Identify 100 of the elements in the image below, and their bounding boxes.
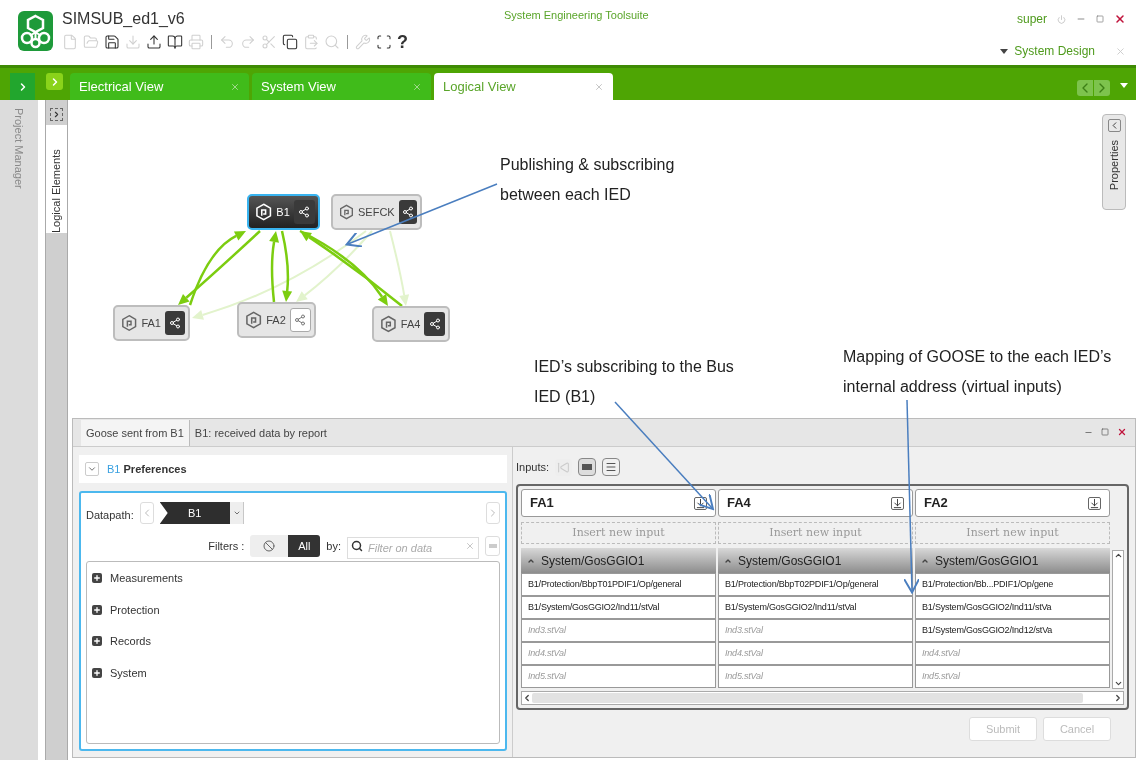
ied-node[interactable]: SEFCK [331,194,422,230]
group-header[interactable]: System/GosGGIO1 [915,548,1110,573]
ied-node[interactable]: FA4 [372,306,450,342]
annotation-text: Publishing & subscribing between each IED [500,155,676,205]
plus-icon [93,637,101,646]
tree-item[interactable]: Measurements [110,570,183,587]
chevron-right-icon [52,110,61,119]
ied-node[interactable]: B1 [247,194,320,230]
expand-icon[interactable] [92,667,102,678]
search-icon [351,540,363,552]
expand-button[interactable] [50,108,63,121]
share-icon [298,206,311,218]
collapse-button[interactable] [85,462,99,476]
back-icon[interactable] [139,502,154,524]
collapse-icon[interactable] [1107,119,1121,132]
filter-none-button[interactable] [250,535,289,557]
frame-icon[interactable] [376,34,392,50]
logical-elements-tab[interactable]: Logical Elements [46,125,67,233]
plus-icon [93,574,101,583]
share-icon [401,206,414,218]
share-button[interactable] [164,311,185,335]
forward-icon[interactable] [486,502,500,524]
group-title: System/GosGGIO1 [738,552,842,570]
ied-node[interactable]: FA1 [113,305,190,341]
input-row[interactable]: B1/Protection/BbpT02PDIF1/Op/general [718,573,913,596]
input-row[interactable]: B1/System/GosGGIO2/Ind11/stVal [521,596,716,619]
filter-field[interactable]: Filter on data [347,537,479,559]
caret-icon[interactable] [1000,48,1009,54]
chevron-down-icon [87,464,97,474]
share-button[interactable] [424,312,445,336]
horizontal-scrollbar[interactable] [521,691,1124,705]
column-header: FA4 [718,489,913,517]
close-icon[interactable] [1117,427,1127,437]
datapath-label: Datapath: [86,507,134,523]
clear-icon[interactable] [465,541,475,551]
input-row[interactable]: B1/Protection/BbpT01PDIF1/Op/general [521,573,716,596]
restore-icon[interactable] [1096,15,1104,23]
plus-icon [93,668,101,677]
upload-icon[interactable] [146,34,162,50]
scroll-left-icon[interactable] [1077,80,1093,96]
download-icon[interactable] [694,496,707,510]
device-icon [245,311,263,329]
save-icon[interactable] [104,34,120,50]
group-title: System/GosGGIO1 [541,552,645,570]
input-row[interactable]: B1/System/GosGGIO2/Ind11/stVa [915,596,1110,619]
scroll-right-icon [1113,693,1123,703]
share-button[interactable] [293,200,315,224]
user-name: super [1016,11,1047,28]
input-row[interactable]: B1/Protection/Bb...PDIF1/Op/gene [915,573,1110,596]
annotation-text: Mapping of GOOSE to the each IED’s internal address (virtual inputs) [843,347,1113,397]
tree-item[interactable]: System [110,664,147,681]
book-icon[interactable] [167,34,183,50]
device-icon [380,315,397,333]
app-logo-icon [18,11,53,51]
copy-icon[interactable] [282,34,298,50]
options-icon[interactable] [485,536,500,556]
annotation-text: IED’s subscribing to the Bus IED (B1) [534,357,735,407]
scroll-right-icon[interactable] [1094,80,1110,96]
expand-icon[interactable] [92,604,102,615]
caret-icon [232,509,241,517]
column-header: FA2 [915,489,1110,517]
project-title: SIMSUB_ed1_v6 [62,9,186,29]
list-view-icon[interactable] [602,458,621,476]
panel-tab[interactable]: Goose sent from B1 [81,420,190,446]
power-icon[interactable] [1057,14,1066,24]
compact-view-icon[interactable] [578,458,597,476]
plus-icon [93,605,101,614]
maximize-icon[interactable] [1101,428,1109,436]
no-filter-icon [263,540,276,552]
share-icon [294,314,307,326]
column-header: FA1 [521,489,716,517]
share-button[interactable] [398,200,417,224]
device-icon [255,203,273,221]
preferences-title: B1 Preferences [107,461,187,477]
input-row[interactable]: B1/System/GosGGIO2/Ind12/stVa [915,619,1110,642]
tree-item[interactable]: Protection [110,601,160,618]
download-icon[interactable] [891,496,904,510]
tree-item[interactable]: Records [110,633,151,650]
workspace-selector[interactable]: System Design [1014,42,1095,60]
expand-icon[interactable] [92,573,102,584]
expand-icon[interactable] [92,636,102,647]
help-button[interactable]: ? [397,33,408,51]
group-header[interactable]: System/GosGGIO1 [521,548,716,573]
filters-label: Filters : [208,538,245,554]
ied-node[interactable]: FA2 [237,302,316,338]
device-icon [339,203,354,221]
share-icon [428,318,441,330]
scroll-up-icon [1113,551,1123,560]
group-header[interactable]: System/GosGGIO1 [718,548,913,573]
device-icon [121,314,138,332]
datapath-selector[interactable]: B1 [159,502,244,524]
input-row[interactable]: B1/System/GosGGIO2/Ind11/stVal [718,596,913,619]
group-title: System/GosGGIO1 [935,552,1039,570]
scroll-left-icon [522,693,532,703]
vertical-scrollbar[interactable] [1112,550,1124,689]
share-icon [169,317,181,329]
download-icon[interactable] [1088,496,1101,510]
filter-all-button[interactable]: All [288,535,321,557]
by-label: by: [326,538,341,554]
close-icon[interactable] [1114,13,1126,25]
